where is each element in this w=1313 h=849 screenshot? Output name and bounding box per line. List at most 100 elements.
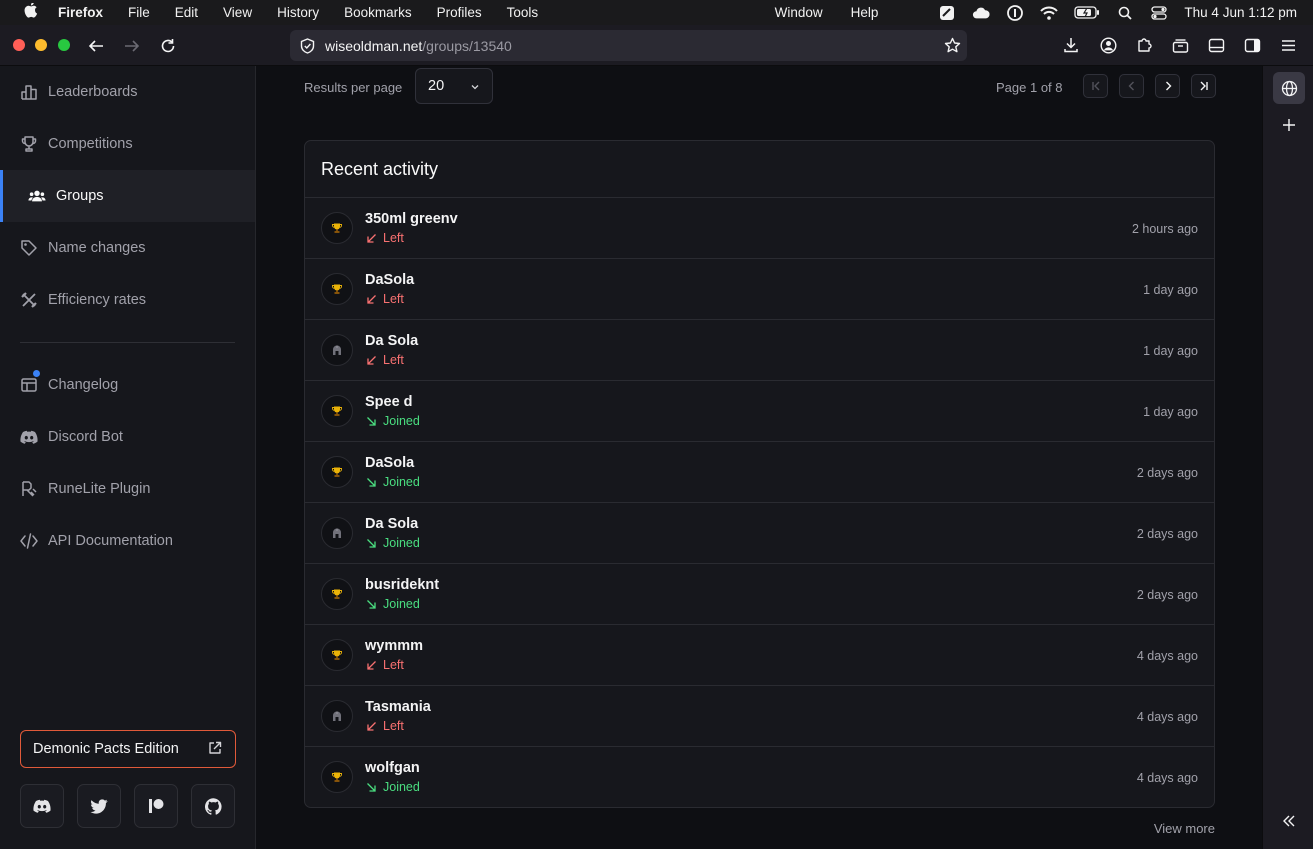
battery-icon[interactable]: [1074, 5, 1100, 21]
arrow-down-right-icon: [366, 538, 377, 549]
sidebar-item-discord-bot[interactable]: Discord Bot: [0, 411, 255, 463]
activity-row[interactable]: wymmm Left 4 days ago: [305, 625, 1214, 686]
globe-panel-button[interactable]: [1273, 72, 1305, 104]
activity-row[interactable]: Spee d Joined 1 day ago: [305, 381, 1214, 442]
arrow-down-right-icon: [366, 782, 377, 793]
trophy-icon: [321, 639, 353, 671]
activity-row[interactable]: DaSola Joined 2 days ago: [305, 442, 1214, 503]
discord-social-button[interactable]: [20, 784, 64, 828]
activity-row[interactable]: wolfgan Joined 4 days ago: [305, 747, 1214, 807]
sidebar-item-runelite-plugin[interactable]: RuneLite Plugin: [0, 463, 255, 515]
shield-icon[interactable]: [300, 37, 315, 54]
last-page-button[interactable]: [1191, 74, 1216, 98]
player-name[interactable]: 350ml greenv: [365, 211, 458, 227]
sidebar-item-leaderboards[interactable]: Leaderboards: [0, 66, 255, 118]
view-more-link[interactable]: View more: [1154, 821, 1215, 836]
activity-row[interactable]: Da Sola Left 1 day ago: [305, 320, 1214, 381]
player-name[interactable]: wymmm: [365, 638, 423, 654]
activity-type-label: Left: [383, 353, 404, 367]
activity-row[interactable]: busrideknt Joined 2 days ago: [305, 564, 1214, 625]
unread-dot: [33, 370, 40, 377]
menu-app-name[interactable]: Firefox: [58, 5, 103, 20]
player-name[interactable]: DaSola: [365, 455, 414, 471]
player-name[interactable]: Tasmania: [365, 699, 431, 715]
activity-row[interactable]: 350ml greenv Left 2 hours ago: [305, 198, 1214, 259]
activity-time: 1 day ago: [1143, 283, 1198, 297]
activity-row[interactable]: Da Sola Joined 2 days ago: [305, 503, 1214, 564]
helmet-icon: [321, 334, 353, 366]
window-minimize-button[interactable]: [35, 39, 47, 51]
sidebar-item-groups[interactable]: Groups: [0, 170, 255, 222]
url-bar[interactable]: wiseoldman.net /groups/13540: [290, 30, 967, 61]
trophy-icon: [321, 273, 353, 305]
app-status-icon[interactable]: [938, 5, 956, 21]
downloads-icon[interactable]: [1060, 34, 1082, 56]
activity-row[interactable]: Tasmania Left 4 days ago: [305, 686, 1214, 747]
main-content: Results per page 20 Page 1 of 8 Recent a…: [256, 66, 1262, 849]
activity-row[interactable]: DaSola Left 1 day ago: [305, 259, 1214, 320]
app-menu-icon[interactable]: [1277, 34, 1299, 56]
back-button[interactable]: [84, 34, 108, 58]
menu-bookmarks[interactable]: Bookmarks: [344, 5, 412, 20]
results-per-page-select[interactable]: 20: [415, 68, 493, 104]
menubar-clock[interactable]: Thu 4 Jun 1:12 pm: [1184, 5, 1297, 20]
helmet-icon: [321, 700, 353, 732]
prev-page-button[interactable]: [1119, 74, 1144, 98]
menu-help[interactable]: Help: [851, 5, 879, 20]
player-name[interactable]: busrideknt: [365, 577, 439, 593]
control-center-icon[interactable]: [1150, 5, 1168, 21]
sidebar-item-name-changes[interactable]: Name changes: [0, 222, 255, 274]
github-social-button[interactable]: [191, 784, 235, 828]
add-panel-button[interactable]: [1273, 109, 1305, 141]
window-zoom-button[interactable]: [58, 39, 70, 51]
apple-icon[interactable]: [24, 2, 42, 22]
twitter-social-button[interactable]: [77, 784, 121, 828]
player-name[interactable]: Da Sola: [365, 516, 418, 532]
menu-window[interactable]: Window: [775, 5, 823, 20]
account-icon[interactable]: [1097, 34, 1119, 56]
next-page-button[interactable]: [1155, 74, 1180, 98]
last-page-icon: [1198, 80, 1210, 92]
sidebar-item-label: RuneLite Plugin: [48, 481, 151, 497]
extensions-icon[interactable]: [1133, 34, 1155, 56]
sidebar-item-competitions[interactable]: Competitions: [0, 118, 255, 170]
player-name[interactable]: DaSola: [365, 272, 414, 288]
arrow-down-left-icon: [366, 721, 377, 732]
reader-view-icon[interactable]: [1241, 34, 1263, 56]
sidebar-item-efficiency-rates[interactable]: Efficiency rates: [0, 274, 255, 326]
menu-edit[interactable]: Edit: [175, 5, 198, 20]
activity-list: 350ml greenv Left 2 hours ago DaSola Left 1 d…: [305, 198, 1214, 807]
plus-icon: [1282, 118, 1296, 132]
bookmark-star-icon[interactable]: [944, 37, 961, 54]
password-manager-icon[interactable]: [1006, 4, 1024, 21]
tab-manager-icon[interactable]: [1169, 34, 1191, 56]
menu-view[interactable]: View: [223, 5, 252, 20]
player-name[interactable]: Da Sola: [365, 333, 418, 349]
changelog-icon: [20, 376, 38, 394]
player-name[interactable]: Spee d: [365, 394, 413, 410]
trophy-icon: [321, 578, 353, 610]
demonic-pacts-promo-button[interactable]: Demonic Pacts Edition: [20, 730, 236, 768]
activity-time: 1 day ago: [1143, 344, 1198, 358]
sidebar-item-changelog[interactable]: Changelog: [0, 359, 255, 411]
first-page-button[interactable]: [1083, 74, 1108, 98]
menu-tools[interactable]: Tools: [507, 5, 539, 20]
menu-file[interactable]: File: [128, 5, 150, 20]
activity-type: Left: [366, 292, 404, 306]
spotlight-search-icon[interactable]: [1116, 5, 1134, 21]
reload-button[interactable]: [156, 34, 180, 58]
window-close-button[interactable]: [13, 39, 25, 51]
sidebar-divider: [20, 342, 235, 343]
sidebar-item-api-documentation[interactable]: API Documentation: [0, 515, 255, 567]
collapse-panel-button[interactable]: [1273, 805, 1305, 837]
player-name[interactable]: wolfgan: [365, 760, 420, 776]
cloud-icon[interactable]: [972, 5, 990, 21]
forward-button[interactable]: [120, 34, 144, 58]
menu-history[interactable]: History: [277, 5, 319, 20]
activity-type: Left: [366, 353, 404, 367]
arrow-down-left-icon: [366, 660, 377, 671]
patreon-social-button[interactable]: [134, 784, 178, 828]
sidebar-toggle-icon[interactable]: [1205, 34, 1227, 56]
menu-profiles[interactable]: Profiles: [437, 5, 482, 20]
wifi-icon[interactable]: [1040, 5, 1059, 21]
